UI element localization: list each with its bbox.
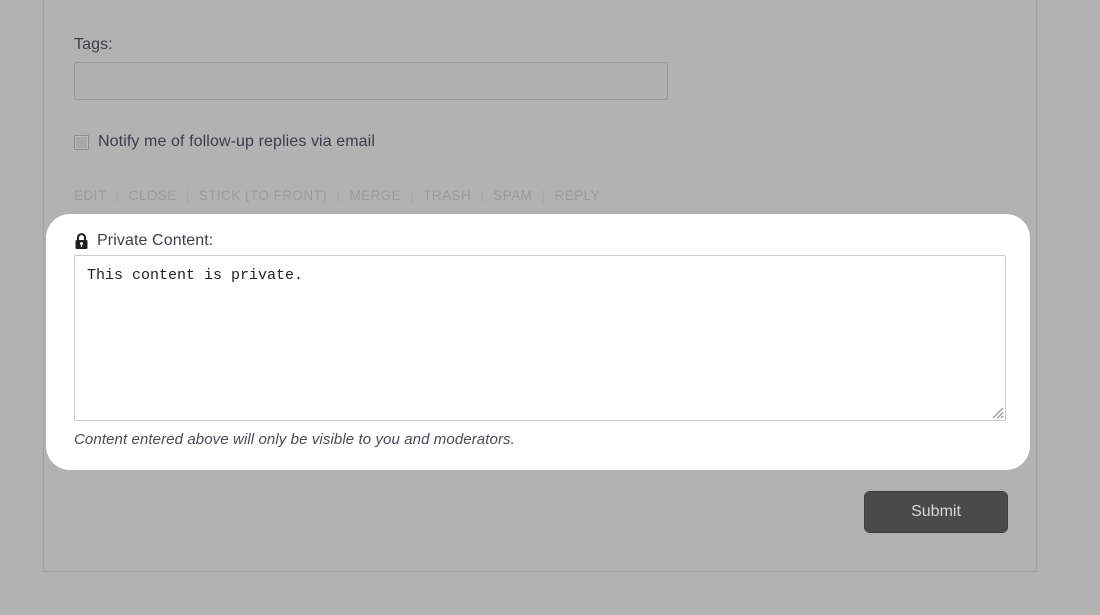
private-content-textarea[interactable] xyxy=(74,255,1006,421)
action-link-spam[interactable]: SPAM xyxy=(493,188,532,203)
tags-input[interactable] xyxy=(74,62,668,100)
action-link-reply[interactable]: REPLY xyxy=(554,188,600,203)
notify-checkbox-row[interactable]: Notify me of follow-up replies via email xyxy=(74,133,375,151)
notify-checkbox[interactable] xyxy=(74,134,89,150)
action-separator: | xyxy=(115,187,120,203)
submit-button[interactable]: Submit xyxy=(864,491,1008,533)
action-link-trash[interactable]: TRASH xyxy=(423,188,471,203)
notify-checkbox-label: Notify me of follow-up replies via email xyxy=(98,133,375,150)
private-content-header: Private Content: xyxy=(74,232,213,250)
private-content-title: Private Content: xyxy=(97,232,214,249)
action-link-edit[interactable]: EDIT xyxy=(74,188,107,203)
action-separator: | xyxy=(185,187,190,203)
action-separator: | xyxy=(541,187,546,203)
action-separator: | xyxy=(480,187,485,203)
lock-icon xyxy=(75,232,88,249)
action-link-close[interactable]: CLOSE xyxy=(129,188,177,203)
topic-actions-row: EDIT | CLOSE | STICK (TO FRONT) | MERGE … xyxy=(74,187,600,203)
action-link-merge[interactable]: MERGE xyxy=(349,188,401,203)
action-link-stick-to-front[interactable]: STICK (TO FRONT) xyxy=(199,188,327,203)
private-content-note: Content entered above will only be visib… xyxy=(74,431,515,448)
private-content-panel: Private Content: Content entered above w… xyxy=(46,214,1030,470)
action-separator: | xyxy=(336,187,341,203)
action-separator: | xyxy=(410,187,415,203)
tags-field-label: Tags: xyxy=(74,36,113,53)
